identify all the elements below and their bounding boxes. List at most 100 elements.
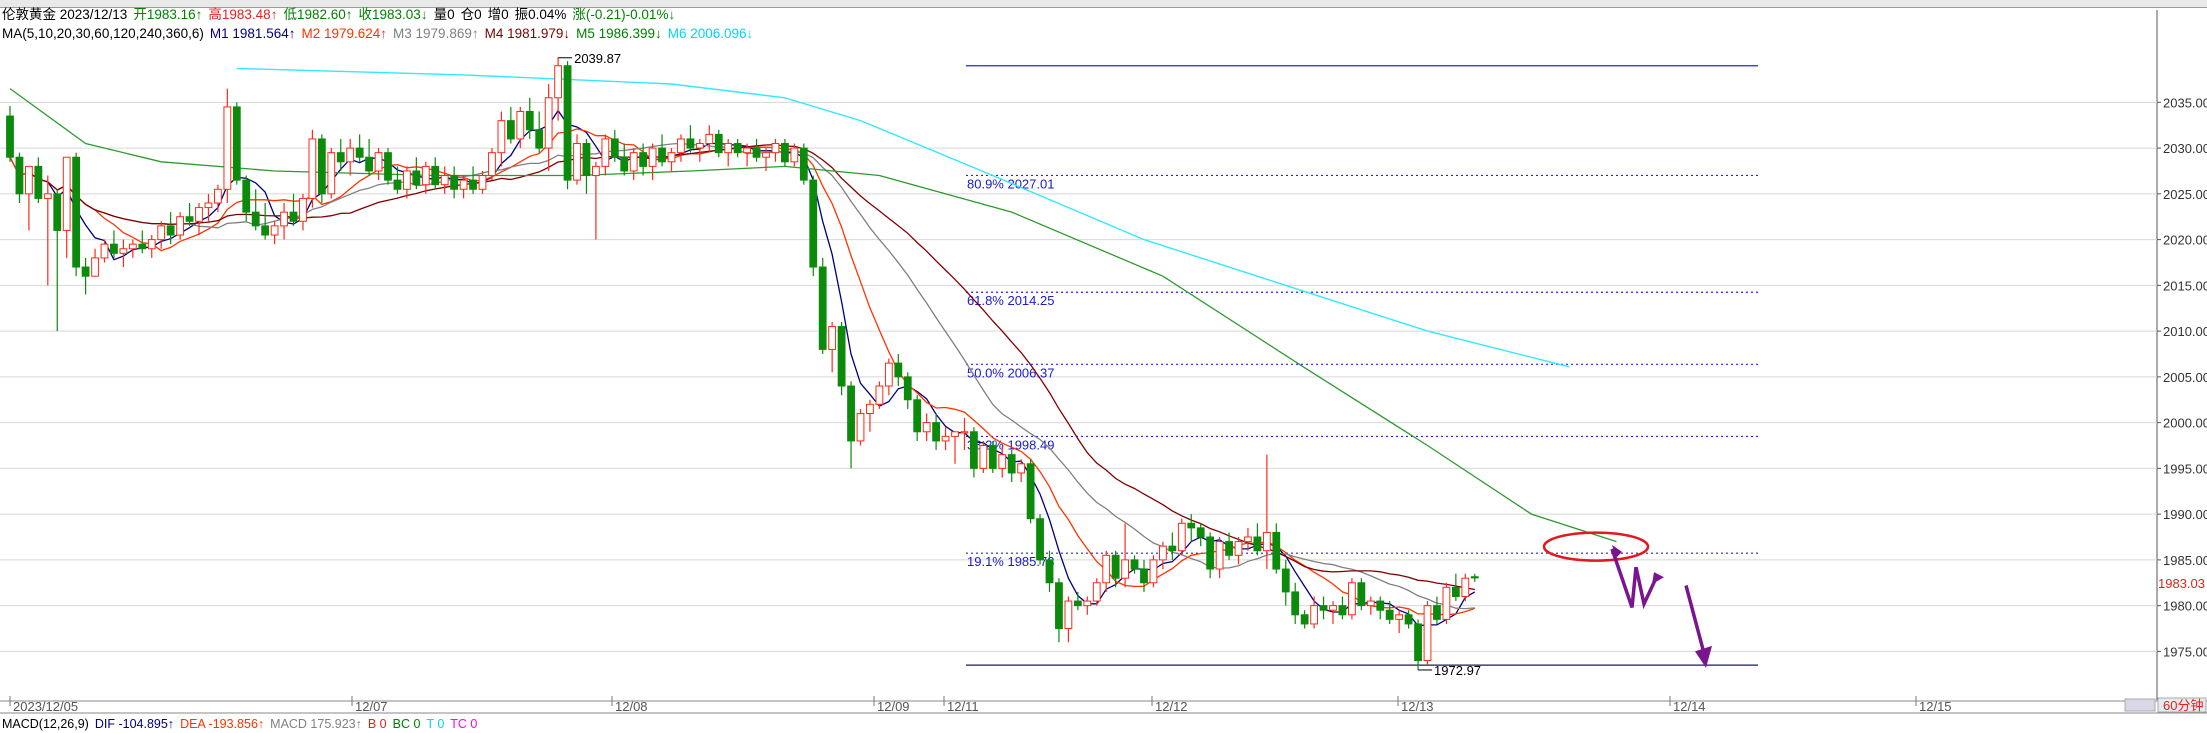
candle-body — [837, 326, 846, 387]
header-field: 收1983.03↓ — [358, 7, 428, 22]
candle-body — [809, 179, 818, 268]
x-tick-label: 12/11 — [947, 699, 979, 714]
candle-body — [1196, 527, 1205, 538]
candle-body — [440, 175, 449, 186]
candle-body — [53, 193, 62, 231]
candle-body — [1451, 586, 1460, 597]
y-tick-label: 2015.00 — [2163, 278, 2207, 293]
header-field: M2 1979.624↑ — [301, 26, 388, 41]
resistance-ellipse — [1542, 531, 1650, 562]
candle-body — [998, 454, 1007, 469]
header-field: M6 2006.096↓ — [667, 26, 754, 41]
candle-body — [1244, 536, 1252, 543]
candle-body — [393, 179, 402, 190]
candle-body — [658, 147, 666, 163]
candle-body — [72, 156, 81, 268]
candle-body — [421, 165, 430, 186]
candle-body — [1253, 536, 1262, 552]
candle-body — [1395, 614, 1404, 620]
candle-body — [516, 110, 525, 140]
candle-body — [1159, 545, 1167, 561]
candle-body — [714, 133, 723, 154]
candle-body — [478, 175, 487, 190]
header-field: 增0 — [487, 7, 509, 22]
candle-body — [280, 211, 288, 227]
candle-body — [1338, 605, 1347, 616]
candle-body — [62, 156, 71, 231]
candle-body — [431, 165, 440, 186]
candle-body — [469, 179, 477, 190]
macd-header: MACD(12,26,9) DIF -104.895↑ DEA -193.856↑ M… — [2, 716, 483, 733]
y-tick-label: 1980.00 — [2163, 599, 2207, 614]
candlestick-chart[interactable]: 2035.00 2030.00 2025.00 2020.00 2015.00 2010.… — [0, 0, 2207, 728]
y-tick-label: 1975.00 — [2163, 644, 2207, 659]
candle-body — [629, 152, 638, 172]
candle-body — [1206, 536, 1215, 570]
y-tick-label: 2000.00 — [2163, 416, 2207, 431]
candle-body — [6, 115, 14, 158]
candle-body — [110, 243, 118, 254]
header-field: M1 1981.564↑ — [209, 26, 296, 41]
candle-body — [1177, 522, 1186, 552]
candle-body — [1319, 605, 1328, 611]
candle-body — [1073, 600, 1082, 607]
candle-body — [1187, 522, 1196, 529]
header-field: 开1983.16↑ — [133, 7, 203, 22]
candle-body — [138, 243, 147, 250]
candle-body — [1461, 577, 1470, 597]
candle-body — [818, 266, 827, 350]
candle-body — [506, 120, 515, 140]
candle-body — [724, 143, 733, 154]
arrowhead-right — [1652, 572, 1664, 585]
candle-body — [1026, 463, 1035, 520]
candle-body — [119, 248, 128, 254]
y-tick-label: 2030.00 — [2163, 141, 2207, 156]
candle-body — [308, 138, 317, 199]
candle-body — [1149, 559, 1158, 584]
scroll-handle[interactable] — [2124, 698, 2156, 712]
candle-body — [214, 188, 222, 204]
candle-body — [1272, 531, 1281, 570]
candle-body — [488, 152, 496, 177]
time-axis: 2023/12/05 12/07 12/08 12/09 12/11 12/12 12/13… — [9, 696, 2207, 714]
candle-body — [1055, 582, 1063, 630]
candle-body — [43, 193, 52, 199]
candle-body — [1348, 582, 1356, 616]
header-field: TC 0 — [450, 717, 478, 731]
header-field: MACD(12,26,9) — [2, 717, 89, 731]
candle-body — [1376, 600, 1385, 611]
candle-body — [960, 431, 969, 434]
candle-body — [412, 170, 421, 186]
candle-body — [847, 385, 855, 442]
candle-body — [261, 225, 270, 236]
candle-body — [204, 202, 213, 209]
candle-body — [1291, 591, 1300, 616]
candle-body — [1470, 576, 1479, 579]
header-field: 量0 — [433, 7, 455, 22]
candle-body — [1045, 559, 1054, 584]
header-field: M5 1986.399↓ — [576, 26, 662, 41]
candle-body — [1300, 614, 1309, 625]
header-field: 涨(-0.21)-0.01%↓ — [572, 7, 676, 22]
candle-body — [1007, 454, 1016, 474]
candle-body — [648, 147, 657, 167]
candle-body — [1442, 586, 1451, 620]
candle-body — [799, 147, 808, 181]
candle-body — [705, 133, 714, 145]
candle-body — [866, 403, 874, 414]
candle-body — [1121, 559, 1129, 579]
price-axis: 2035.00 2030.00 2025.00 2020.00 2015.00 2010.… — [2157, 95, 2207, 659]
candle-body — [251, 211, 260, 227]
header-field: MACD 175.923↑ — [270, 717, 362, 731]
candle-body — [903, 376, 912, 401]
candle-body — [913, 399, 922, 433]
candle-body — [1036, 518, 1044, 561]
candle-body — [1423, 605, 1432, 662]
candle-body — [1215, 541, 1224, 570]
candle-body — [374, 152, 383, 172]
y-tick-label: 1990.00 — [2163, 507, 2207, 522]
fib-level-label: 80.9% 2027.01 — [967, 176, 1054, 191]
candle-body — [100, 243, 109, 259]
candle-body — [582, 143, 591, 177]
candle-body — [1225, 541, 1233, 556]
